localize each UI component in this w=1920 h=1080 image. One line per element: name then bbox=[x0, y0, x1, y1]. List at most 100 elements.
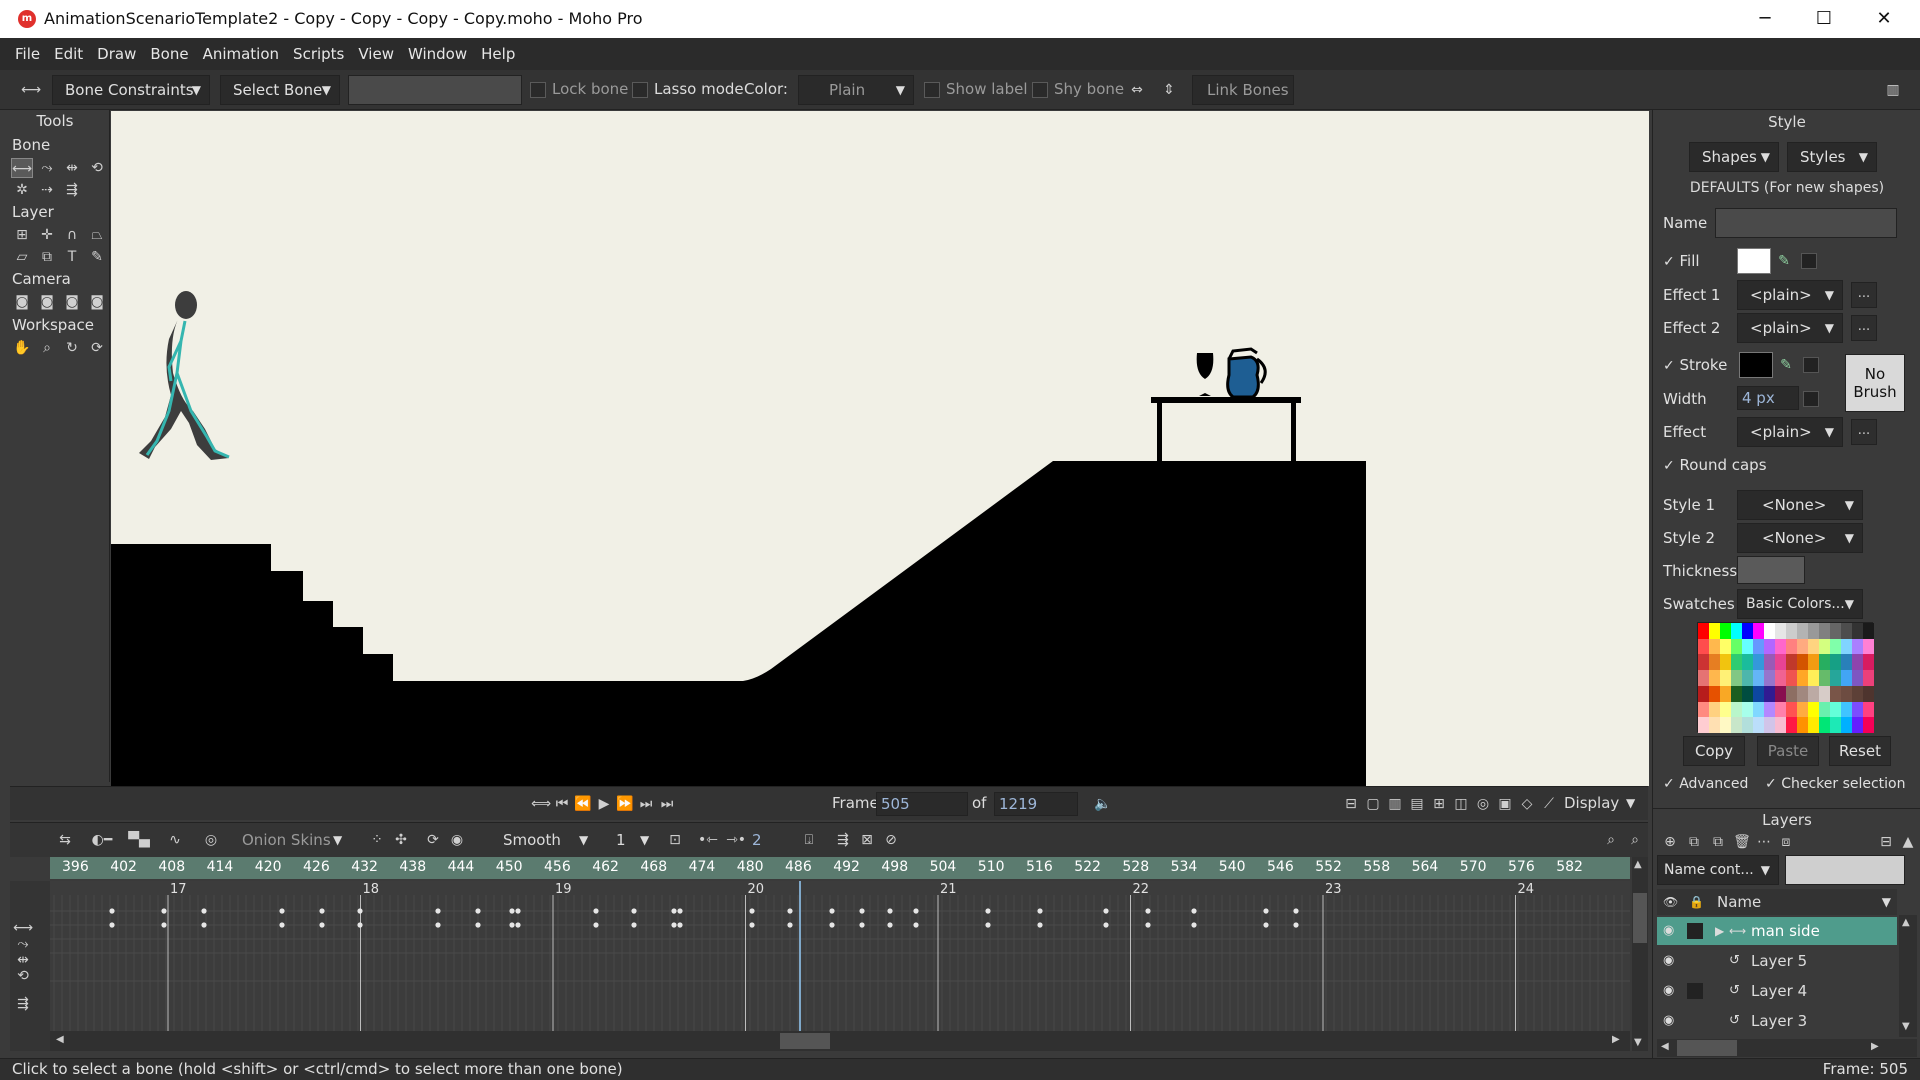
add-bone-icon[interactable]: ⇢ bbox=[36, 180, 58, 200]
reparent-bone-icon[interactable]: ⇶ bbox=[61, 180, 83, 200]
timeline-channel-icon[interactable]: ⇆ bbox=[54, 829, 76, 851]
shy-bone-checkbox[interactable] bbox=[1032, 82, 1048, 98]
canvas-viewport[interactable] bbox=[111, 111, 1649, 786]
rotate-bone-icon[interactable]: ⟲ bbox=[86, 158, 108, 178]
palette-swatch[interactable] bbox=[1731, 717, 1742, 734]
keyframe-dot[interactable] bbox=[201, 908, 207, 914]
palette-swatch[interactable] bbox=[1764, 623, 1775, 639]
auto-freeze-icon[interactable]: ⟳ bbox=[422, 829, 444, 851]
menu-scripts[interactable]: Scripts bbox=[286, 38, 351, 70]
menu-window[interactable]: Window bbox=[401, 38, 474, 70]
palette-swatch[interactable] bbox=[1830, 623, 1841, 639]
scroll-left-icon[interactable]: ◀ bbox=[1661, 1041, 1669, 1052]
palette-swatch[interactable] bbox=[1753, 654, 1764, 671]
keyframe-dot[interactable] bbox=[749, 908, 755, 914]
palette-swatch[interactable] bbox=[1786, 701, 1797, 718]
palette-swatch[interactable] bbox=[1819, 717, 1830, 734]
keyframe-dot[interactable] bbox=[631, 908, 637, 914]
fill-checkbox[interactable]: ✓ bbox=[1663, 254, 1675, 270]
palette-swatch[interactable] bbox=[1863, 717, 1874, 734]
palette-swatch[interactable] bbox=[1709, 685, 1720, 702]
palette-swatch[interactable] bbox=[1731, 654, 1742, 671]
palette-swatch[interactable] bbox=[1742, 685, 1753, 702]
fill-swap-icon[interactable] bbox=[1801, 253, 1817, 269]
palette-swatch[interactable] bbox=[1786, 717, 1797, 734]
keyframe-dot[interactable] bbox=[677, 908, 683, 914]
follow-path-icon[interactable]: ∩ bbox=[61, 225, 83, 245]
palette-swatch[interactable] bbox=[1753, 623, 1764, 639]
layers-scrollbar[interactable]: ▲ ▼ bbox=[1899, 915, 1917, 1037]
palette-swatch[interactable] bbox=[1797, 685, 1808, 702]
keyframe-dot[interactable] bbox=[109, 908, 115, 914]
shapes-dropdown[interactable]: Shapes ▼ bbox=[1689, 142, 1779, 172]
set-origin-icon[interactable]: ⊞ bbox=[11, 225, 33, 245]
palette-swatch[interactable] bbox=[1797, 654, 1808, 671]
h-scroll-thumb[interactable] bbox=[780, 1033, 830, 1049]
keyframe-dot[interactable] bbox=[357, 922, 363, 928]
keyframe-dot[interactable] bbox=[515, 908, 521, 914]
scroll-right-icon[interactable]: ▶ bbox=[1871, 1041, 1879, 1052]
keyframe-dot[interactable] bbox=[859, 922, 865, 928]
flip-vertical-icon[interactable]: ⇕ bbox=[1158, 79, 1180, 101]
lasso-mode-checkbox[interactable] bbox=[632, 82, 648, 98]
manipulate-bones-icon[interactable]: ✲ bbox=[11, 180, 33, 200]
sequence-icon[interactable]: ⇶ bbox=[832, 829, 854, 851]
palette-swatch[interactable] bbox=[1742, 638, 1753, 655]
switch-layer-icon[interactable]: ⧉ bbox=[36, 247, 58, 267]
palette-swatch[interactable] bbox=[1764, 670, 1775, 687]
palette-swatch[interactable] bbox=[1775, 670, 1786, 687]
zoom-camera-icon[interactable]: ◙ bbox=[36, 292, 58, 312]
keyframe-mode-icon[interactable]: ◐━ bbox=[86, 829, 118, 851]
eye-icon[interactable]: ◉ bbox=[1663, 977, 1674, 1005]
keyframe-dot[interactable] bbox=[859, 908, 865, 914]
rewind-icon[interactable]: ⏮ bbox=[551, 793, 573, 815]
palette-swatch[interactable] bbox=[1852, 701, 1863, 718]
render-quality-icon[interactable]: ◫ bbox=[1450, 793, 1472, 815]
view-toggle-icon[interactable]: ⊟ bbox=[1340, 793, 1362, 815]
palette-swatch[interactable] bbox=[1709, 701, 1720, 718]
palette-swatch[interactable] bbox=[1819, 654, 1830, 671]
menu-draw[interactable]: Draw bbox=[90, 38, 143, 70]
palette-swatch[interactable] bbox=[1731, 623, 1742, 639]
style-name-field[interactable] bbox=[1715, 208, 1897, 238]
palette-swatch[interactable] bbox=[1764, 685, 1775, 702]
select-bone-icon[interactable]: ⟷ bbox=[11, 158, 33, 178]
delete-layer-icon[interactable]: 🗑 bbox=[1731, 831, 1753, 853]
scroll-down-icon[interactable]: ▼ bbox=[1902, 1021, 1910, 1032]
palette-swatch[interactable] bbox=[1808, 623, 1819, 639]
previous-key-icon[interactable]: •⇽ bbox=[694, 829, 722, 851]
keyframe-dot[interactable] bbox=[787, 908, 793, 914]
keyframe-dot[interactable] bbox=[319, 922, 325, 928]
palette-swatch[interactable] bbox=[1753, 685, 1764, 702]
display-dropdown[interactable]: Display bbox=[1564, 794, 1619, 812]
keyframe-grid[interactable]: 17 18 19 20 21 22 23 24 bbox=[50, 881, 1630, 1051]
advanced-checkbox[interactable]: ✓ bbox=[1663, 776, 1675, 792]
keyframe-dot[interactable] bbox=[829, 908, 835, 914]
total-frames-input[interactable]: 1219 bbox=[994, 792, 1078, 816]
layer-row-layer3[interactable]: ◉ ↺ Layer 3 bbox=[1657, 1007, 1897, 1035]
roll-camera-icon[interactable]: ◙ bbox=[61, 292, 83, 312]
keyframe-dot[interactable] bbox=[279, 908, 285, 914]
palette-swatch[interactable] bbox=[1742, 701, 1753, 718]
volume-icon[interactable]: 🔈 bbox=[1092, 793, 1114, 815]
palette-swatch[interactable] bbox=[1786, 685, 1797, 702]
book-icon[interactable]: ▥ bbox=[1882, 79, 1904, 101]
keyframe-dot[interactable] bbox=[887, 908, 893, 914]
show-label-checkbox[interactable] bbox=[924, 82, 940, 98]
scroll-right-icon[interactable]: ▶ bbox=[1612, 1034, 1620, 1045]
bone-skeleton[interactable] bbox=[145, 320, 230, 459]
palette-swatch[interactable] bbox=[1852, 670, 1863, 687]
style2-dropdown[interactable]: <None> ▼ bbox=[1737, 523, 1863, 553]
layers-h-scrollbar[interactable]: ◀ ▶ bbox=[1657, 1039, 1917, 1057]
layer-row-layer4[interactable]: ◉ ↺ Layer 4 bbox=[1657, 977, 1897, 1005]
palette-swatch[interactable] bbox=[1830, 685, 1841, 702]
palette-swatch[interactable] bbox=[1808, 670, 1819, 687]
menu-edit[interactable]: Edit bbox=[47, 38, 90, 70]
select-bone-dropdown[interactable]: Select Bone ▼ bbox=[220, 75, 340, 105]
relative-keyframing-icon[interactable]: ✣ bbox=[390, 829, 412, 851]
hand-icon[interactable]: ✋ bbox=[11, 338, 33, 358]
keyframe-dot[interactable] bbox=[671, 908, 677, 914]
palette-swatch[interactable] bbox=[1852, 685, 1863, 702]
keyframe-dot[interactable] bbox=[787, 922, 793, 928]
next-keyframe-icon[interactable]: ⏭ bbox=[635, 793, 657, 815]
